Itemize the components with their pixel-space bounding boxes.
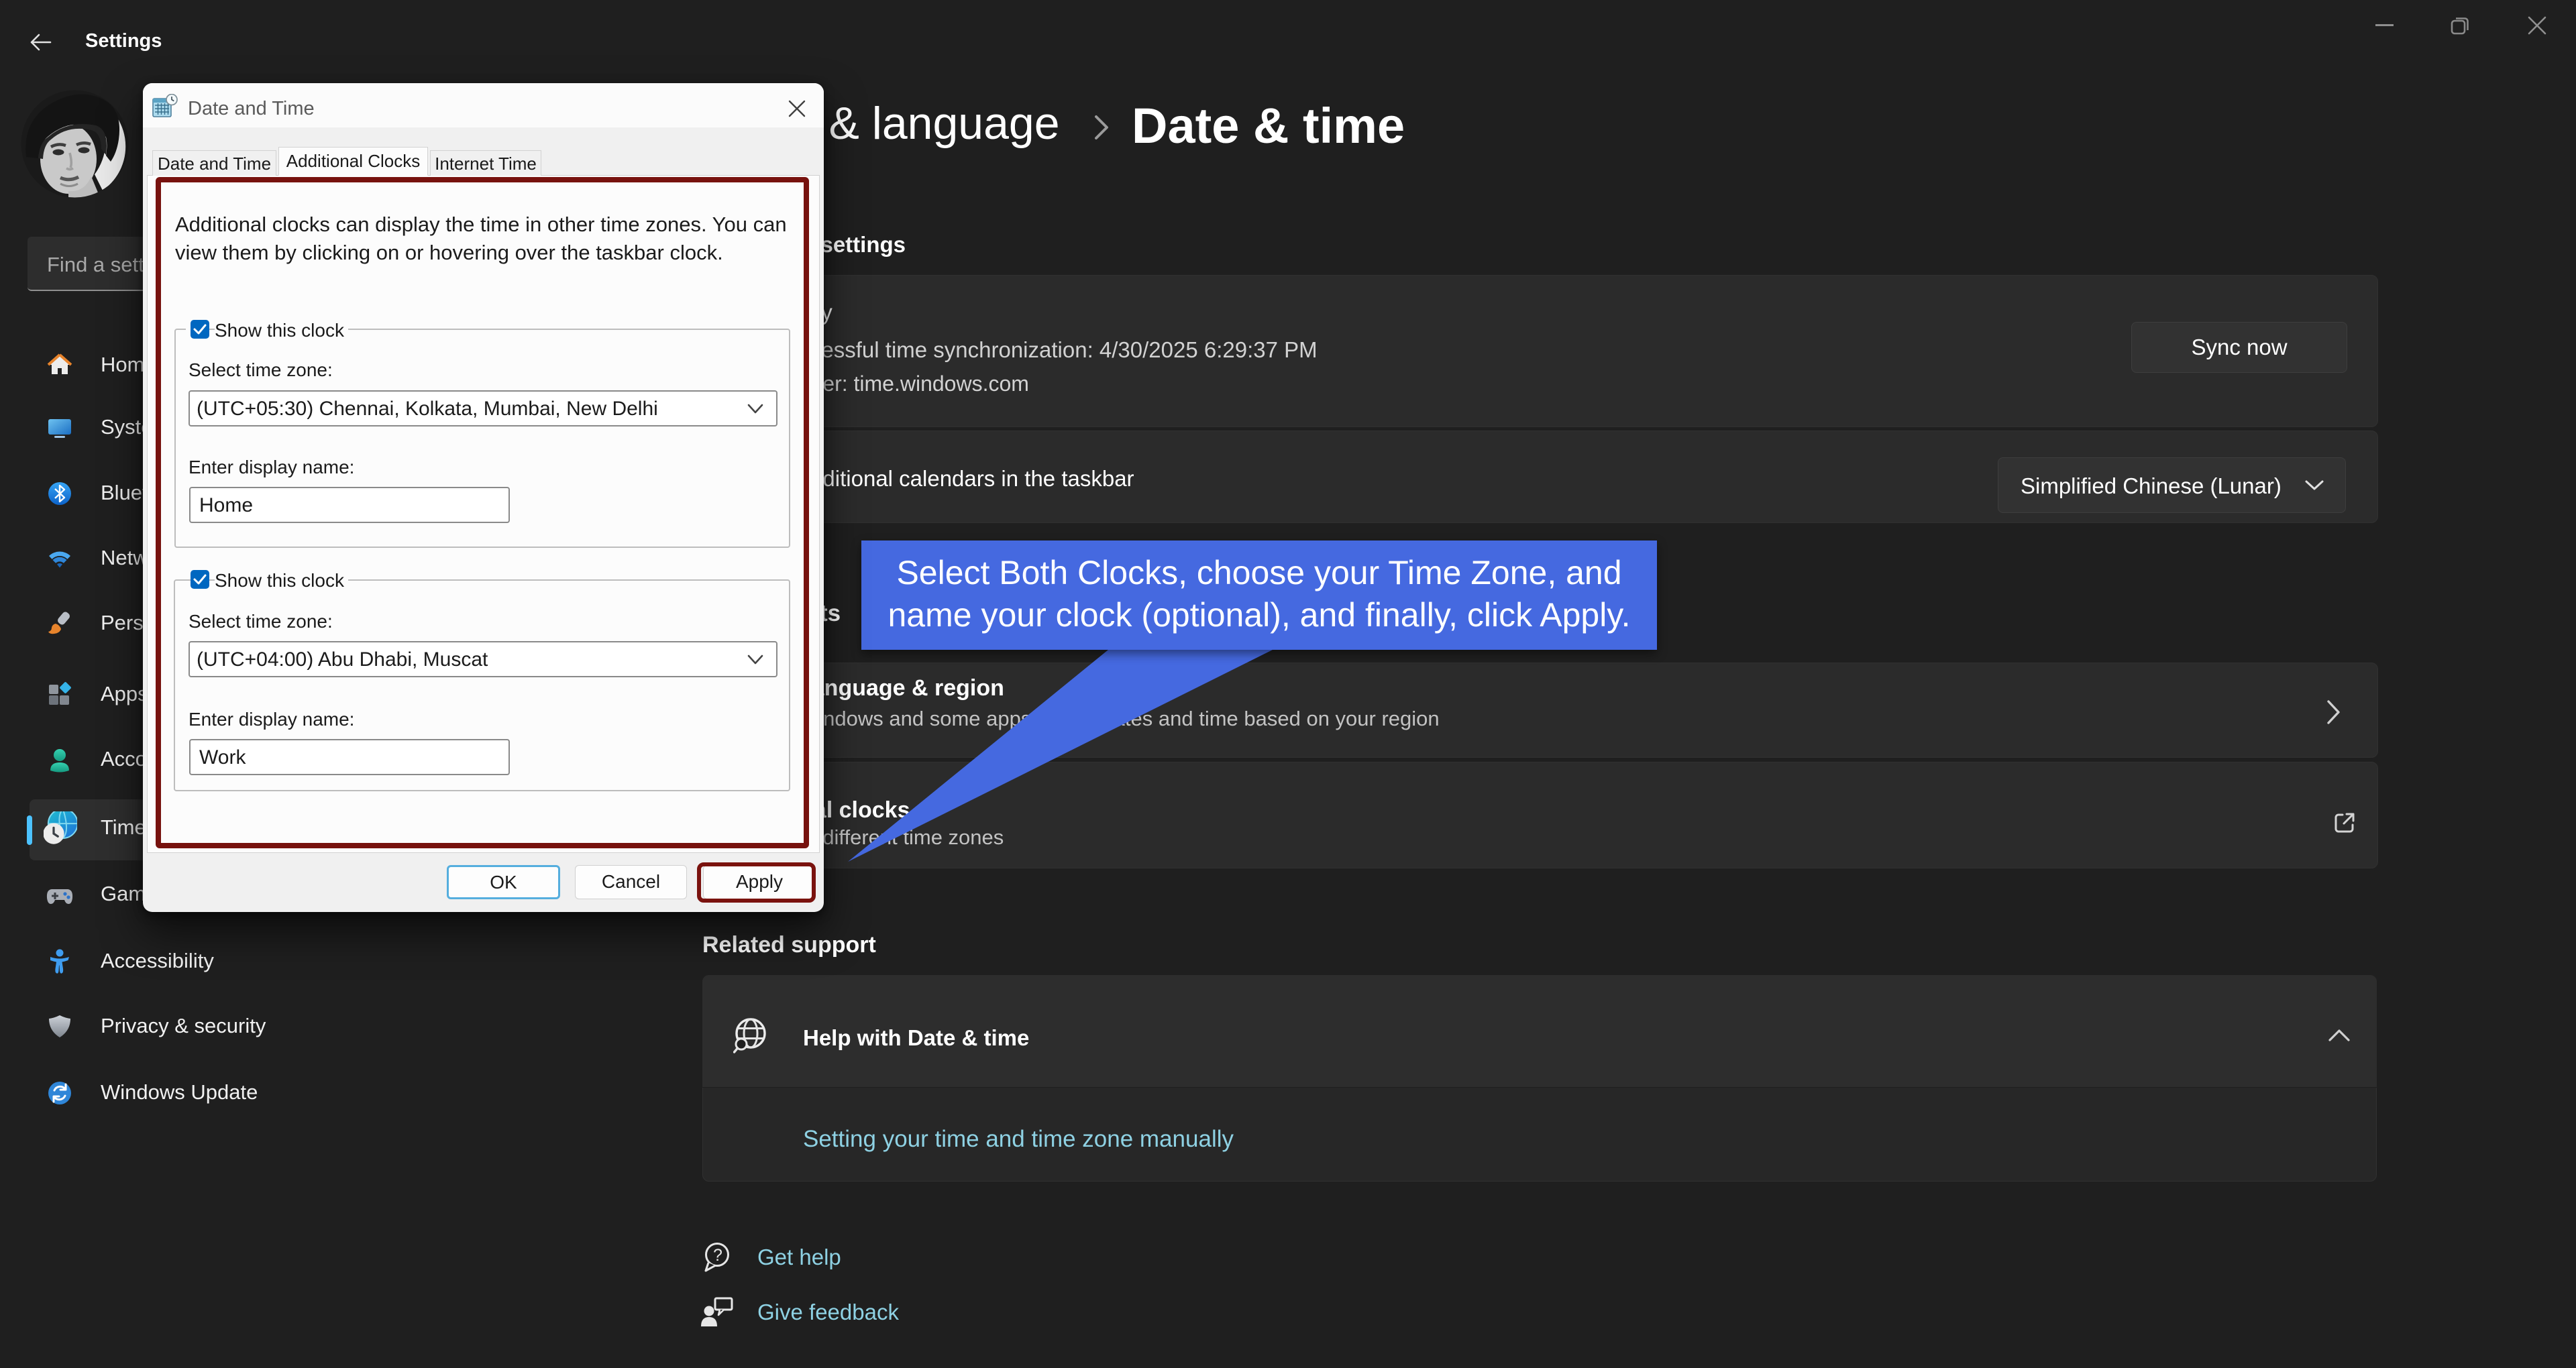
svg-text:?: ? bbox=[713, 1246, 722, 1265]
